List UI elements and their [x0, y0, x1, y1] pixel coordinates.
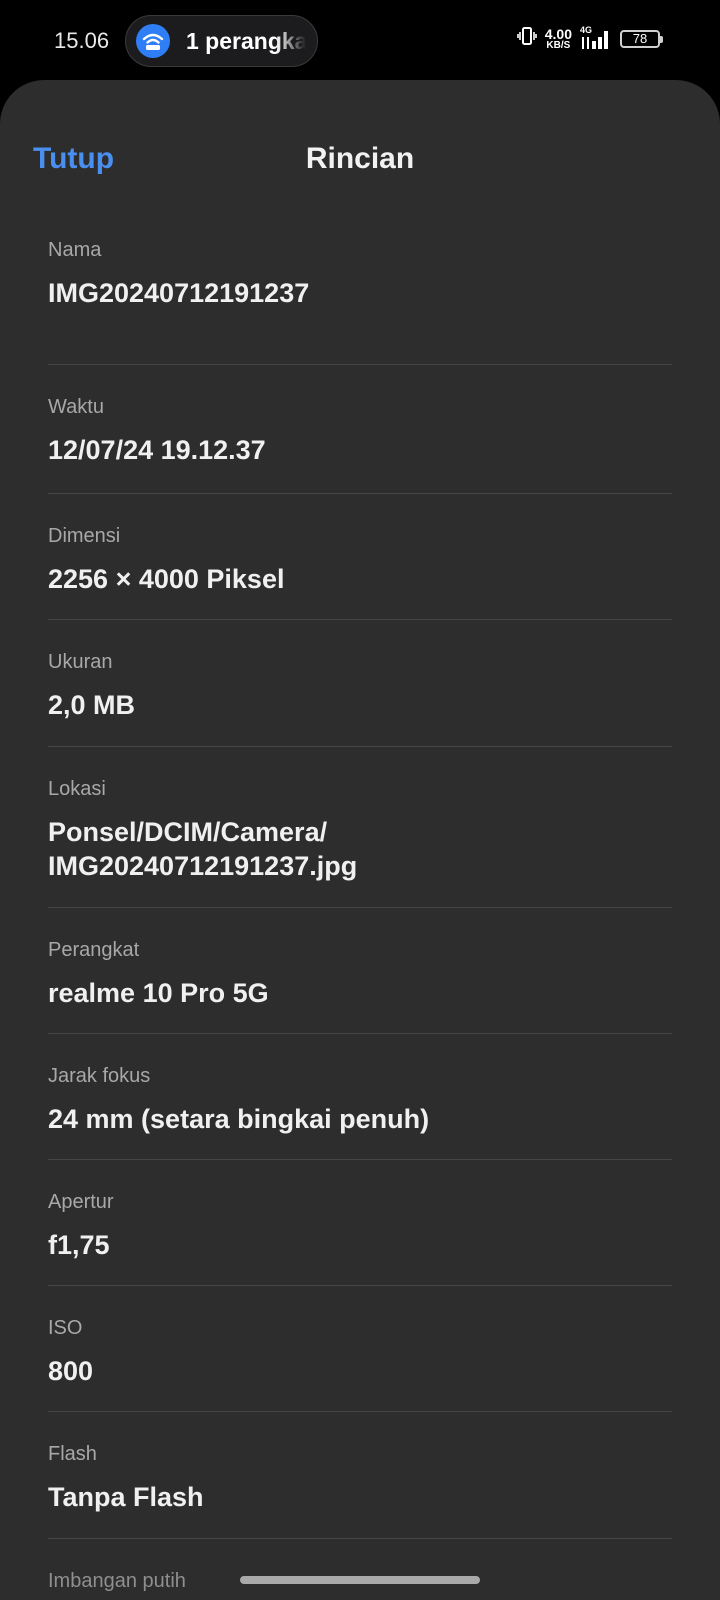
status-clock: 15.06 [54, 28, 110, 53]
battery-icon: 78 [620, 29, 663, 48]
detail-label: Apertur [48, 1191, 114, 1213]
detail-value-line-2: IMG20240712191237.jpg [48, 851, 358, 881]
network-speed-unit: KB/S [546, 39, 571, 51]
detail-size: Ukuran 2,0 MB [48, 620, 672, 747]
detail-white-balance: Imbangan putih [48, 1539, 672, 1599]
detail-label: Lokasi [48, 778, 106, 800]
detail-time: Waktu 12/07/24 19.12.37 [48, 365, 672, 494]
detail-value: 800 [48, 1356, 94, 1386]
detail-value: 2256 × 4000 Piksel [48, 564, 285, 594]
detail-aperture: Apertur f1,75 [48, 1160, 672, 1286]
detail-label: Imbangan putih [48, 1570, 186, 1592]
details-list: Nama IMG20240712191237 Waktu 12/07/24 19… [48, 236, 672, 1599]
sheet-header: Tutup Rincian [0, 80, 720, 242]
home-indicator[interactable] [240, 1576, 480, 1584]
detail-value: 12/07/24 19.12.37 [48, 435, 266, 465]
detail-label: Dimensi [48, 525, 121, 547]
vibrate-icon [516, 26, 537, 51]
hotspot-label: 1 perangkat [186, 28, 306, 54]
detail-flash: Flash Tanpa Flash [48, 1412, 672, 1539]
detail-value: IMG20240712191237 [48, 278, 310, 308]
detail-value: f1,75 [48, 1230, 110, 1260]
detail-label: ISO [48, 1317, 83, 1339]
detail-label: Jarak fokus [48, 1065, 151, 1087]
detail-label: Perangkat [48, 939, 140, 961]
detail-value: realme 10 Pro 5G [48, 978, 269, 1008]
page-title: Rincian [305, 142, 415, 175]
signal-icon: 4G [580, 25, 612, 51]
detail-dimension: Dimensi 2256 × 4000 Piksel [48, 494, 672, 620]
detail-device: Perangkat realme 10 Pro 5G [48, 908, 672, 1034]
detail-label: Nama [48, 239, 102, 261]
detail-focal-length: Jarak fokus 24 mm (setara bingkai penuh) [48, 1034, 672, 1160]
details-sheet: Tutup Rincian Nama IMG20240712191237 Wak… [0, 80, 720, 1600]
status-icons: 4.00 KB/S 4G 78 [516, 25, 663, 51]
hotspot-indicator[interactable]: 1 perangkat [125, 15, 318, 67]
detail-value: 2,0 MB [48, 690, 136, 720]
detail-iso: ISO 800 [48, 1286, 672, 1412]
network-speed: 4.00 KB/S [545, 27, 572, 51]
detail-name: Nama IMG20240712191237 [48, 236, 672, 365]
detail-value: 24 mm (setara bingkai penuh) [48, 1104, 430, 1134]
detail-location: Lokasi Ponsel/DCIM/Camera/ IMG2024071219… [48, 747, 672, 908]
network-speed-value: 4.00 [544, 25, 572, 42]
status-bar: 15.06 1 perangkat 4.00 KB/S 4G 78 [0, 0, 720, 80]
detail-value: Tanpa Flash [48, 1482, 204, 1512]
detail-value-line-1: Ponsel/DCIM/Camera/ [48, 817, 328, 847]
detail-label: Flash [48, 1443, 97, 1465]
hotspot-icon [136, 24, 170, 58]
detail-label: Waktu [48, 396, 104, 418]
detail-label: Ukuran [48, 651, 113, 673]
battery-level: 78 [632, 31, 648, 46]
